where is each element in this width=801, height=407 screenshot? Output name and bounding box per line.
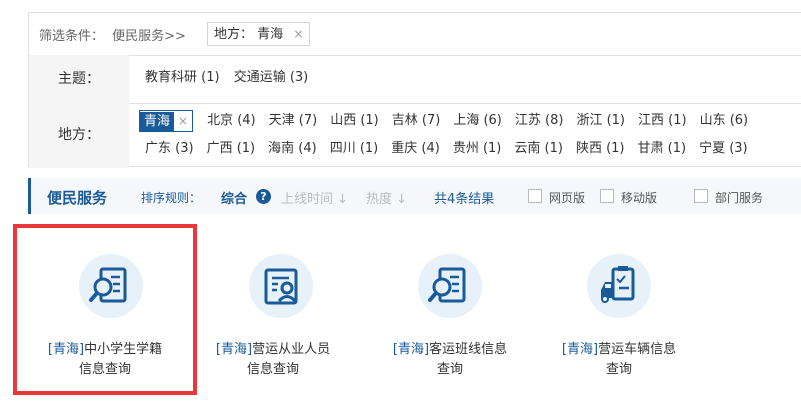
active-filter-key: 地方： bbox=[214, 27, 254, 42]
department-service-checkbox[interactable] bbox=[694, 189, 708, 203]
service-card-title[interactable]: [青海]营运车辆信息 查询 bbox=[535, 340, 703, 380]
filter-condition-row: 筛选条件： 便民服务>> 地方： 青海 × bbox=[29, 13, 801, 56]
region-option[interactable]: 四川 (1) bbox=[330, 137, 379, 156]
region-option[interactable]: 云南 (1) bbox=[514, 137, 563, 156]
service-card[interactable]: [青海]营运车辆信息 查询 bbox=[535, 228, 703, 388]
service-section-title: 便民服务 bbox=[47, 189, 108, 207]
region-row: 地方： 青海 × 北京 (4) 天津 (7) 山西 (1) 吉林 (7) 上海 (6) 江苏 … bbox=[29, 103, 801, 168]
service-card[interactable]: [青海]营运从业人员 信息查询 bbox=[189, 228, 357, 388]
vehicle-checklist-icon bbox=[587, 254, 651, 318]
region-option[interactable]: 北京 (4) bbox=[207, 109, 256, 128]
filter-condition-label: 筛选条件： 便民服务>> bbox=[39, 25, 186, 44]
card-province: [青海] bbox=[561, 342, 599, 357]
region-option[interactable]: 江苏 (8) bbox=[515, 109, 564, 128]
filter-breadcrumb[interactable]: 便民服务>> bbox=[112, 29, 186, 44]
filter-panel: 筛选条件： 便民服务>> 地方： 青海 × 主题： 教育科研 (1) 交通运输 … bbox=[28, 12, 801, 168]
card-province: [青海] bbox=[392, 342, 430, 357]
result-count: 共4条结果 bbox=[434, 192, 495, 207]
region-option[interactable]: 重庆 (4) bbox=[391, 137, 440, 156]
service-toolbar: 便民服务 排序规则： 综合 ? 上线时间 ↓ 热度 ↓ 共4条结果 网页版 移动… bbox=[28, 178, 801, 214]
topic-option-education[interactable]: 教育科研 (1) bbox=[145, 66, 220, 85]
region-options-line-2: 广东 (3) 广西 (1) 海南 (4) 四川 (1) 重庆 (4) 贵州 (1) 云南 (… bbox=[145, 137, 761, 156]
region-option[interactable]: 山东 (6) bbox=[700, 109, 749, 128]
card-province: [青海] bbox=[215, 342, 253, 357]
region-option[interactable]: 广东 (3) bbox=[145, 137, 194, 156]
active-filter-tag: 地方： 青海 × bbox=[207, 22, 311, 46]
region-option[interactable]: 吉林 (7) bbox=[392, 109, 441, 128]
card-title-line2: 信息查询 bbox=[246, 362, 299, 377]
region-option[interactable]: 浙江 (1) bbox=[576, 109, 625, 128]
card-title-line1: 营运从业人员 bbox=[252, 342, 331, 357]
active-filter-value: 青海 bbox=[257, 27, 284, 42]
web-version-label: 网页版 bbox=[549, 191, 586, 205]
region-option[interactable]: 宁夏 (3) bbox=[699, 137, 748, 156]
highlight-box bbox=[13, 224, 197, 395]
region-option[interactable]: 广西 (1) bbox=[207, 137, 256, 156]
topic-options: 教育科研 (1) 交通运输 (3) bbox=[145, 66, 318, 85]
topic-label: 主题： bbox=[29, 55, 129, 103]
region-options-line-1: 青海 × 北京 (4) 天津 (7) 山西 (1) 吉林 (7) 上海 (6) 江苏 (8) 浙… bbox=[139, 109, 761, 132]
card-title-line2: 查询 bbox=[605, 362, 632, 377]
mobile-version-checkbox[interactable] bbox=[600, 189, 614, 203]
region-option[interactable]: 陕西 (1) bbox=[576, 137, 625, 156]
selected-region-tag[interactable]: 青海 × bbox=[139, 109, 194, 132]
filter-label-text: 筛选条件： bbox=[39, 29, 105, 44]
topic-row: 主题： 教育科研 (1) 交通运输 (3) bbox=[29, 55, 801, 104]
region-option[interactable]: 江西 (1) bbox=[638, 109, 687, 128]
card-title-line1: 营运车辆信息 bbox=[598, 342, 677, 357]
sort-by-popularity-option[interactable]: 热度 ↓ bbox=[366, 188, 407, 207]
topic-option-transport[interactable]: 交通运输 (3) bbox=[234, 66, 309, 85]
selected-region-text: 青海 bbox=[140, 111, 175, 132]
sort-by-time-option[interactable]: 上线时间 ↓ bbox=[281, 188, 348, 207]
service-card-title[interactable]: [青海]营运从业人员 信息查询 bbox=[189, 340, 357, 380]
web-version-checkbox[interactable] bbox=[528, 189, 542, 203]
region-option[interactable]: 山西 (1) bbox=[330, 109, 379, 128]
card-title-line1: 客运班线信息 bbox=[429, 342, 508, 357]
remove-filter-icon[interactable]: × bbox=[293, 27, 303, 41]
card-title-line2: 查询 bbox=[436, 362, 463, 377]
region-option[interactable]: 贵州 (1) bbox=[453, 137, 502, 156]
document-search-icon bbox=[418, 254, 482, 318]
sort-label: 排序规则： bbox=[141, 191, 202, 205]
remove-region-icon[interactable]: × bbox=[174, 111, 192, 131]
sort-combined-option[interactable]: 综合 bbox=[221, 188, 247, 207]
region-option[interactable]: 上海 (6) bbox=[453, 109, 502, 128]
help-icon[interactable]: ? bbox=[256, 189, 271, 204]
department-service-label: 部门服务 bbox=[715, 191, 764, 205]
region-option[interactable]: 海南 (4) bbox=[268, 137, 317, 156]
service-card-title[interactable]: [青海]客运班线信息 查询 bbox=[366, 340, 534, 380]
person-card-icon bbox=[249, 254, 313, 318]
region-option[interactable]: 天津 (7) bbox=[269, 109, 318, 128]
mobile-version-label: 移动版 bbox=[621, 191, 658, 205]
region-option[interactable]: 甘肃 (1) bbox=[638, 137, 687, 156]
region-label: 地方： bbox=[29, 103, 129, 168]
service-card[interactable]: [青海]客运班线信息 查询 bbox=[366, 228, 534, 388]
